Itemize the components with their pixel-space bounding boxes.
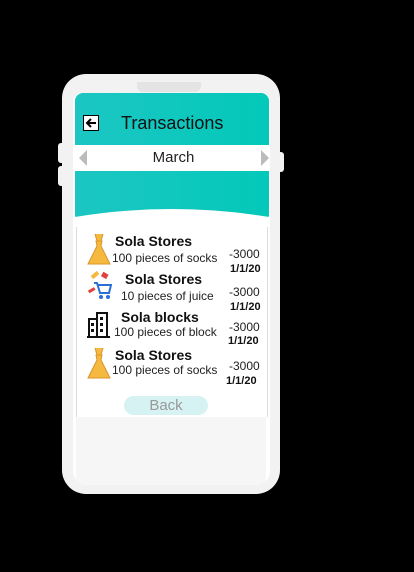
shopping-cart-icon [87, 271, 112, 299]
month-selector: March [75, 145, 270, 171]
screen-bottom [76, 417, 266, 485]
dress-icon [87, 347, 111, 379]
building-icon [87, 312, 110, 338]
volume-up-button [58, 143, 64, 163]
merchant-name: Sola Stores [115, 347, 193, 363]
volume-down-button [58, 166, 64, 186]
transaction-description: 10 pieces of juice [121, 289, 214, 303]
header-wave [75, 209, 269, 223]
next-month-icon[interactable] [261, 150, 269, 166]
transaction-amount: -3000 [229, 247, 260, 261]
transaction-amount: -3000 [229, 320, 260, 334]
transaction-description: 100 pieces of socks [112, 363, 218, 377]
merchant-name: Sola blocks [121, 309, 199, 325]
transaction-row[interactable]: Sola blocks 100 pieces of block -3000 1/… [77, 307, 267, 347]
transaction-amount: -3000 [229, 359, 260, 373]
back-button[interactable]: Back [124, 396, 208, 415]
phone-speaker [137, 82, 201, 92]
back-arrow-icon[interactable] [83, 115, 99, 131]
transaction-row[interactable]: Sola Stores 100 pieces of socks -3000 1/… [77, 231, 267, 275]
power-button [278, 152, 284, 172]
transaction-amount: -3000 [229, 285, 260, 299]
transaction-description: 100 pieces of block [114, 325, 217, 339]
app-screen: Transactions March Sola Stores 100 piece… [73, 93, 270, 485]
merchant-name: Sola Stores [125, 271, 203, 287]
transaction-description: 100 pieces of socks [112, 251, 218, 265]
page-title: Transactions [121, 113, 224, 133]
transaction-list: Sola Stores 100 pieces of socks -3000 1/… [76, 227, 268, 417]
transaction-row[interactable]: Sola Stores 100 pieces of socks -3000 1/… [77, 345, 267, 387]
transaction-row[interactable]: Sola Stores 10 pieces of juice -3000 1/1… [77, 269, 267, 313]
month-label: March [152, 149, 195, 166]
dress-icon [87, 233, 111, 265]
transaction-date: 1/1/20 [226, 375, 257, 387]
merchant-name: Sola Stores [115, 233, 193, 249]
header: Transactions March [75, 93, 270, 223]
